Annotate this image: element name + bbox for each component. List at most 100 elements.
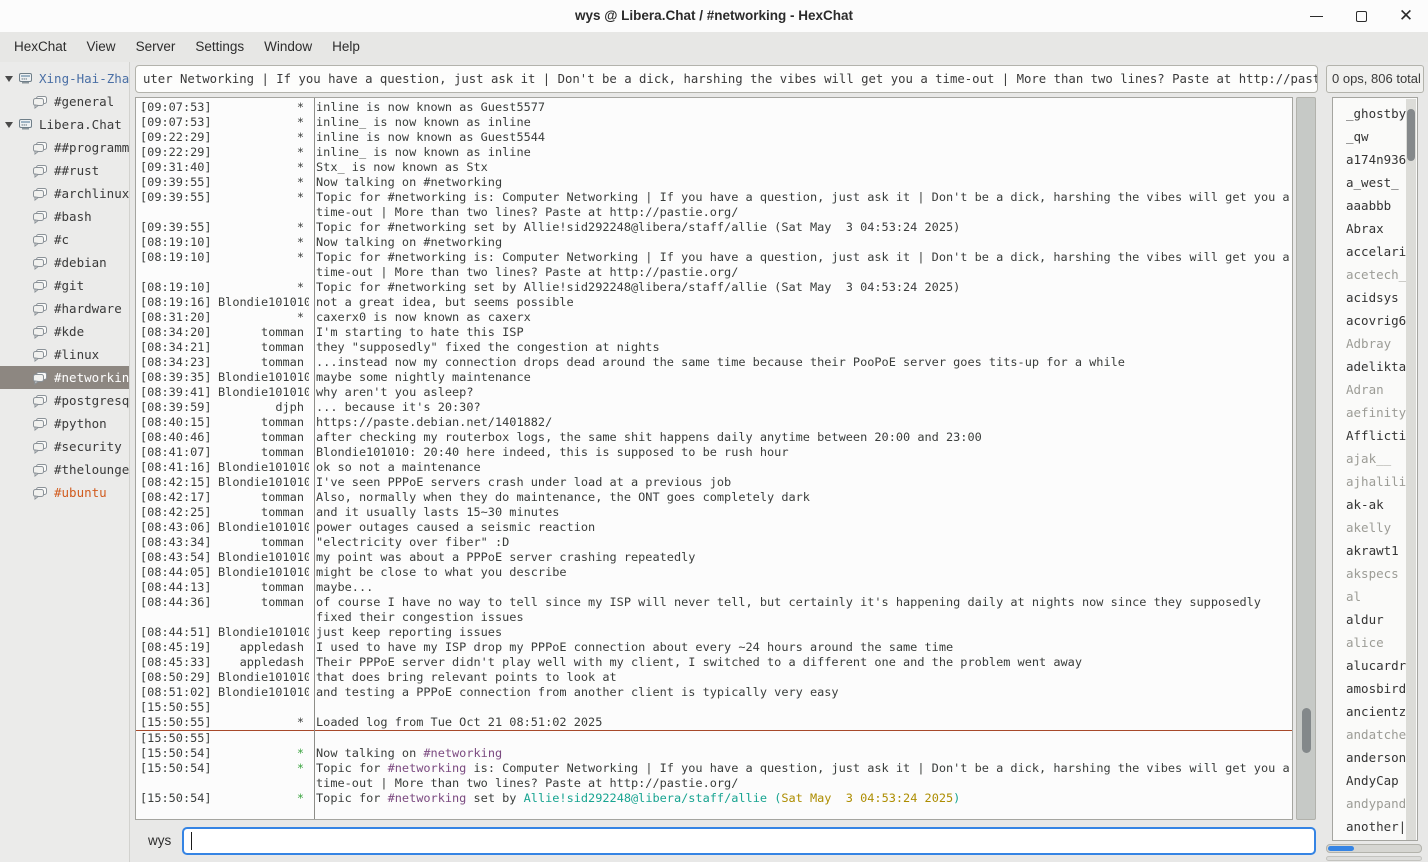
user-andypandy[interactable]: andypandy — [1333, 792, 1417, 815]
user-Abrax[interactable]: Abrax — [1333, 217, 1417, 240]
user-accelario[interactable]: accelario — [1333, 240, 1417, 263]
user-aaabbb[interactable]: aaabbb — [1333, 194, 1417, 217]
chat-line: [15:50:54]*Topic for #networking set by … — [136, 791, 1292, 806]
sidebar-item-kde[interactable]: #kde — [0, 320, 129, 343]
user-Afflictio[interactable]: Afflictio — [1333, 424, 1417, 447]
userlist-hscrollbar-secondary[interactable] — [1326, 856, 1422, 861]
user-akelly[interactable]: akelly — [1333, 516, 1417, 539]
chat-line: [08:40:46]tommanafter checking my router… — [136, 430, 1292, 445]
message-input[interactable] — [182, 827, 1316, 855]
user-a_west_[interactable]: a_west_ — [1333, 171, 1417, 194]
userlist-scrollbar-thumb[interactable] — [1407, 109, 1415, 161]
user-ak-ak[interactable]: ak-ak — [1333, 493, 1417, 516]
menu-hexchat[interactable]: HexChat — [4, 32, 77, 62]
tree-label: #bash — [54, 209, 92, 224]
user-_qw[interactable]: _qw — [1333, 125, 1417, 148]
menu-window[interactable]: Window — [254, 32, 322, 62]
chat-line: [08:19:10]*Topic for #networking set by … — [136, 280, 1292, 295]
chat-line: [09:39:55]*Now talking on #networking — [136, 175, 1292, 190]
user-akspecs[interactable]: akspecs — [1333, 562, 1417, 585]
user-another|[interactable]: another| — [1333, 815, 1417, 838]
userlist-scrollbar[interactable] — [1406, 99, 1416, 840]
sidebar-item-general[interactable]: #general — [0, 90, 129, 113]
menu-settings[interactable]: Settings — [185, 32, 254, 62]
topic-input[interactable]: uter Networking | If you have a question… — [135, 65, 1318, 93]
user-AndyCap[interactable]: AndyCap — [1333, 769, 1417, 792]
user-_ghostbyt[interactable]: _ghostbyt — [1333, 102, 1417, 125]
chat-line: [15:50:55] — [136, 700, 1292, 715]
userlist-hscrollbar-thumb[interactable] — [1328, 846, 1354, 851]
chat-scrollbar-thumb[interactable] — [1302, 708, 1311, 753]
user-list[interactable]: _ghostbyt_qwa174n936a_west_aaabbbAbraxac… — [1332, 97, 1418, 841]
user-aldur[interactable]: aldur — [1333, 608, 1417, 631]
expander-icon[interactable] — [5, 122, 13, 128]
message-text: might be close to what you describe — [309, 565, 1292, 580]
user-ajak__[interactable]: ajak__ — [1333, 447, 1417, 470]
message-text: ...instead now my connection drops dead … — [309, 355, 1292, 370]
nick: tomman — [218, 325, 309, 340]
chat-line: [15:50:55] — [136, 731, 1292, 746]
menu-view[interactable]: View — [77, 32, 126, 62]
user-Adran[interactable]: Adran — [1333, 378, 1417, 401]
user-aefinity[interactable]: aefinity — [1333, 401, 1417, 424]
sidebar-item-python[interactable]: #python — [0, 412, 129, 435]
sidebar-item-git[interactable]: #git — [0, 274, 129, 297]
close-button[interactable]: ✕ — [1398, 8, 1414, 24]
expander-icon[interactable] — [5, 76, 13, 82]
chat-scrollbar[interactable] — [1296, 97, 1316, 820]
message-text: inline_ is now known as inline — [309, 145, 1292, 160]
timestamp: [09:22:29] — [136, 145, 218, 160]
user-acovrig60[interactable]: acovrig60 — [1333, 309, 1417, 332]
sidebar-item-xing-hai-zhan[interactable]: Xing-Hai-Zhan — [0, 67, 129, 90]
sidebar-item-ubuntu[interactable]: #ubuntu — [0, 481, 129, 504]
sidebar-item-thelounge[interactable]: #thelounge — [0, 458, 129, 481]
user-adeliktas[interactable]: adeliktas — [1333, 355, 1417, 378]
menu-help[interactable]: Help — [322, 32, 370, 62]
user-acetech_[interactable]: acetech_ — [1333, 263, 1417, 286]
nick: * — [218, 100, 309, 115]
sidebar-item-linux[interactable]: #linux — [0, 343, 129, 366]
user-alice[interactable]: alice — [1333, 631, 1417, 654]
userlist-hscrollbar[interactable] — [1326, 844, 1422, 853]
sidebar-item-hardware[interactable]: #hardware — [0, 297, 129, 320]
chat-area[interactable]: [09:07:53]*inline is now known as Guest5… — [135, 97, 1293, 820]
user-amosbird[interactable]: amosbird — [1333, 677, 1417, 700]
user-andatche[interactable]: andatche — [1333, 723, 1417, 746]
menu-server[interactable]: Server — [126, 32, 186, 62]
nick: Blondie101010 — [218, 385, 309, 400]
sidebar-item-security[interactable]: #security — [0, 435, 129, 458]
user-ancientz[interactable]: ancientz — [1333, 700, 1417, 723]
message-text: Now talking on #networking — [309, 175, 1292, 190]
chat-line: [15:50:54]*Now talking on #networking — [136, 746, 1292, 761]
user-akrawt1[interactable]: akrawt1 — [1333, 539, 1417, 562]
sidebar-item-bash[interactable]: #bash — [0, 205, 129, 228]
sidebar-item-programming[interactable]: ##programming — [0, 136, 129, 159]
user-alucardro[interactable]: alucardro — [1333, 654, 1417, 677]
user-a174n936[interactable]: a174n936 — [1333, 148, 1417, 171]
chat-line: [08:44:51]Blondie101010just keep reporti… — [136, 625, 1292, 640]
nick: tomman — [218, 595, 309, 625]
nick: * — [218, 250, 309, 280]
tree-label: #networking — [54, 370, 129, 385]
tree-label: Libera.Chat — [39, 117, 122, 132]
minimize-button[interactable] — [1308, 8, 1324, 24]
timestamp: [08:34:20] — [136, 325, 218, 340]
sidebar-item-networking[interactable]: #networking — [0, 366, 129, 389]
sidebar-item-archlinux[interactable]: #archlinux — [0, 182, 129, 205]
user-Adbray[interactable]: Adbray — [1333, 332, 1417, 355]
message-text: after checking my routerbox logs, the sa… — [309, 430, 1292, 445]
sidebar-item-rust[interactable]: ##rust — [0, 159, 129, 182]
message-text: Blondie101010: 20:40 here indeed, this i… — [309, 445, 1292, 460]
nick — [218, 731, 309, 746]
user-anderson[interactable]: anderson — [1333, 746, 1417, 769]
maximize-button[interactable] — [1353, 8, 1369, 24]
nick: * — [218, 115, 309, 130]
sidebar-item-c[interactable]: #c — [0, 228, 129, 251]
user-acidsys[interactable]: acidsys — [1333, 286, 1417, 309]
sidebar-item-debian[interactable]: #debian — [0, 251, 129, 274]
user-al[interactable]: al — [1333, 585, 1417, 608]
sidebar-item-libera-chat[interactable]: Libera.Chat — [0, 113, 129, 136]
sidebar-item-postgresql[interactable]: #postgresql — [0, 389, 129, 412]
message-text: maybe... — [309, 580, 1292, 595]
user-ajhalili2[interactable]: ajhalili2 — [1333, 470, 1417, 493]
